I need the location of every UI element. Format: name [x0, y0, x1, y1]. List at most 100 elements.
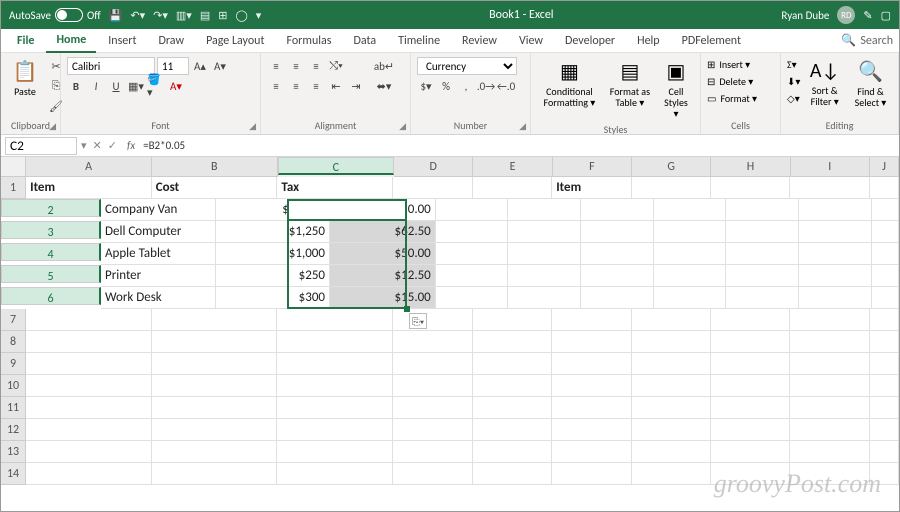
- cell-G8[interactable]: [632, 331, 711, 353]
- save-icon[interactable]: 💾: [109, 9, 123, 22]
- cell-H1[interactable]: [711, 177, 790, 199]
- italic-button[interactable]: I: [87, 77, 105, 95]
- row-header[interactable]: 5: [1, 265, 101, 283]
- cell-E13[interactable]: [473, 441, 552, 463]
- tab-data[interactable]: Data: [343, 30, 386, 52]
- cancel-icon[interactable]: ✕: [93, 139, 102, 152]
- align-right-icon[interactable]: ≡: [307, 77, 325, 95]
- tab-pdfelement[interactable]: PDFelement: [672, 30, 751, 52]
- cell-D8[interactable]: [393, 331, 472, 353]
- cell-F10[interactable]: [552, 375, 631, 397]
- merge-button[interactable]: ⬌▾: [375, 77, 393, 95]
- tab-draw[interactable]: Draw: [148, 30, 194, 52]
- draw-icon[interactable]: ✎: [863, 9, 872, 22]
- percent-icon[interactable]: %: [437, 77, 455, 95]
- shrink-font-icon[interactable]: A▾: [211, 57, 229, 75]
- ribbon-options-icon[interactable]: ▢: [881, 9, 891, 22]
- cell-E2[interactable]: [508, 199, 581, 221]
- format-as-table-button[interactable]: ▤Format as Table ▾: [606, 57, 654, 110]
- cell-A5[interactable]: Printer: [101, 265, 216, 287]
- insert-cells-button[interactable]: ⊞Insert ▾: [707, 57, 750, 72]
- cell-B4[interactable]: $1,000: [216, 243, 331, 265]
- cell-A11[interactable]: [26, 397, 152, 419]
- cell-F1[interactable]: Item: [552, 177, 631, 199]
- cell-G6[interactable]: [654, 287, 727, 309]
- col-header-b[interactable]: B: [152, 157, 278, 177]
- cell-D3[interactable]: [436, 221, 509, 243]
- cell-F7[interactable]: [552, 309, 631, 331]
- cell-I11[interactable]: [790, 397, 869, 419]
- cell-D14[interactable]: [393, 463, 472, 485]
- cell-B5[interactable]: $250: [216, 265, 331, 287]
- col-header-d[interactable]: D: [394, 157, 473, 177]
- row-header[interactable]: 1: [1, 177, 26, 199]
- cell-E3[interactable]: [508, 221, 581, 243]
- cell-B10[interactable]: [152, 375, 278, 397]
- cell-C2[interactable]: $1,250.00: [330, 199, 436, 221]
- cell-H3[interactable]: [726, 221, 799, 243]
- row-header[interactable]: 2: [1, 199, 101, 217]
- col-header-e[interactable]: E: [473, 157, 552, 177]
- tab-timeline[interactable]: Timeline: [388, 30, 450, 52]
- cell-J11[interactable]: [870, 397, 899, 419]
- cell-H4[interactable]: [726, 243, 799, 265]
- undo-icon[interactable]: ↶▾: [130, 9, 145, 22]
- cell-J12[interactable]: [870, 419, 899, 441]
- cell-D13[interactable]: [393, 441, 472, 463]
- dec-decimal-icon[interactable]: ←.0: [497, 77, 515, 95]
- cell-F6[interactable]: [581, 287, 654, 309]
- cell-I12[interactable]: [790, 419, 869, 441]
- align-left-icon[interactable]: ≡: [267, 77, 285, 95]
- cell-I5[interactable]: [799, 265, 872, 287]
- redo-icon[interactable]: ↷▾: [153, 9, 168, 22]
- row-header[interactable]: 6: [1, 287, 101, 305]
- cell-G9[interactable]: [632, 353, 711, 375]
- formula-input[interactable]: =B2*0.05: [139, 139, 899, 152]
- cell-F12[interactable]: [552, 419, 631, 441]
- dialog-launcher-icon[interactable]: ◢: [249, 121, 256, 132]
- cell-G7[interactable]: [632, 309, 711, 331]
- row-header[interactable]: 10: [1, 375, 26, 397]
- comma-icon[interactable]: ,: [457, 77, 475, 95]
- cell-F2[interactable]: [581, 199, 654, 221]
- col-header-h[interactable]: H: [711, 157, 790, 177]
- cell-F13[interactable]: [552, 441, 631, 463]
- row-header[interactable]: 13: [1, 441, 26, 463]
- font-name-select[interactable]: [67, 57, 155, 75]
- cell-J1[interactable]: [870, 177, 899, 199]
- grow-font-icon[interactable]: A▴: [191, 57, 209, 75]
- search-box[interactable]: 🔍 Search: [841, 33, 893, 48]
- tab-home[interactable]: Home: [46, 29, 96, 53]
- col-header-a[interactable]: A: [26, 157, 152, 177]
- cell-H10[interactable]: [711, 375, 790, 397]
- cell-E11[interactable]: [473, 397, 552, 419]
- clear-button[interactable]: ◇▾: [787, 91, 800, 106]
- cell-J9[interactable]: [870, 353, 899, 375]
- tab-view[interactable]: View: [509, 30, 553, 52]
- cell-G1[interactable]: [632, 177, 711, 199]
- cell-J8[interactable]: [870, 331, 899, 353]
- cell-F3[interactable]: [581, 221, 654, 243]
- dialog-launcher-icon[interactable]: ◢: [399, 121, 406, 132]
- cell-F8[interactable]: [552, 331, 631, 353]
- worksheet-grid[interactable]: A B C D E F G H I J 1ItemCostTaxItem2Com…: [1, 157, 899, 485]
- cell-D6[interactable]: [436, 287, 509, 309]
- cell-F14[interactable]: [552, 463, 631, 485]
- cell-G2[interactable]: [654, 199, 727, 221]
- cell-B12[interactable]: [152, 419, 278, 441]
- cell-H13[interactable]: [711, 441, 790, 463]
- cell-F4[interactable]: [581, 243, 654, 265]
- cell-I10[interactable]: [790, 375, 869, 397]
- cell-J3[interactable]: [872, 221, 899, 243]
- cell-D2[interactable]: [436, 199, 509, 221]
- format-cells-button[interactable]: ▭Format ▾: [707, 91, 757, 106]
- cell-I8[interactable]: [790, 331, 869, 353]
- cell-B8[interactable]: [152, 331, 278, 353]
- cell-C7[interactable]: [277, 309, 393, 331]
- row-header[interactable]: 9: [1, 353, 26, 375]
- cell-E12[interactable]: [473, 419, 552, 441]
- cell-I9[interactable]: [790, 353, 869, 375]
- align-center-icon[interactable]: ≡: [287, 77, 305, 95]
- cell-E4[interactable]: [508, 243, 581, 265]
- tab-review[interactable]: Review: [452, 30, 507, 52]
